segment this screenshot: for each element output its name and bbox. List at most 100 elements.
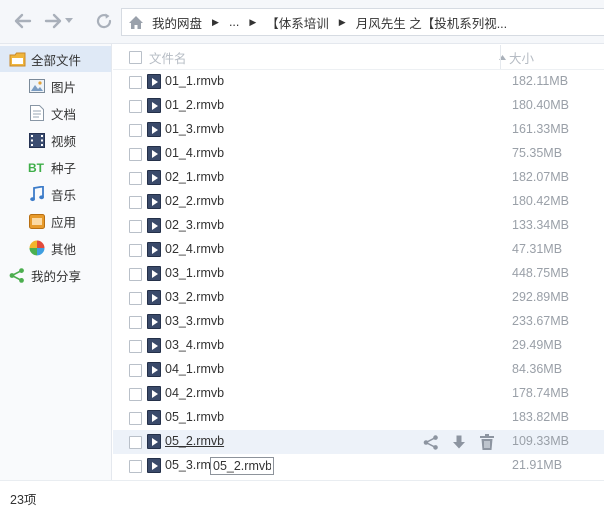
file-name[interactable]: 02_2.rmvb bbox=[165, 194, 224, 208]
breadcrumb-item[interactable]: 【体系培训 bbox=[262, 13, 333, 32]
file-name[interactable]: 04_2.rmvb bbox=[165, 386, 224, 400]
file-name[interactable]: 05_3.rm bbox=[165, 458, 211, 472]
file-name[interactable]: 02_1.rmvb bbox=[165, 170, 224, 184]
video-file-icon bbox=[147, 362, 161, 377]
table-row[interactable]: 01_3.rmvb 161.33MB bbox=[113, 118, 604, 142]
file-name[interactable]: 03_4.rmvb bbox=[165, 338, 224, 352]
table-row[interactable]: 04_2.rmvb 178.74MB bbox=[113, 382, 604, 406]
row-checkbox[interactable] bbox=[129, 244, 142, 257]
table-row[interactable]: 01_1.rmvb 182.11MB bbox=[113, 70, 604, 94]
table-row[interactable]: 02_4.rmvb 47.31MB bbox=[113, 238, 604, 262]
breadcrumb-separator-icon: ▶ bbox=[249, 16, 257, 27]
select-all-checkbox[interactable] bbox=[129, 44, 142, 70]
table-row[interactable]: 05_3.rm 21.91MB bbox=[113, 454, 604, 478]
refresh-button[interactable] bbox=[93, 10, 115, 32]
row-checkbox[interactable] bbox=[129, 340, 142, 353]
sidebar-item-music[interactable]: 音乐 bbox=[0, 181, 111, 207]
row-checkbox[interactable] bbox=[129, 124, 142, 137]
file-name[interactable]: 03_2.rmvb bbox=[165, 290, 224, 304]
row-checkbox[interactable] bbox=[129, 436, 142, 449]
table-row[interactable]: 02_3.rmvb 133.34MB bbox=[113, 214, 604, 238]
row-checkbox[interactable] bbox=[129, 388, 142, 401]
sidebar-item-label: 其他 bbox=[51, 242, 77, 257]
file-name[interactable]: 05_2.rmvb bbox=[165, 434, 224, 448]
table-row[interactable]: 01_2.rmvb 180.40MB bbox=[113, 94, 604, 118]
file-name[interactable]: 02_4.rmvb bbox=[165, 242, 224, 256]
sidebar-item-videos[interactable]: 视频 bbox=[0, 127, 111, 153]
file-name[interactable]: 04_1.rmvb bbox=[165, 362, 224, 376]
share-icon[interactable] bbox=[421, 432, 441, 452]
row-checkbox[interactable] bbox=[129, 100, 142, 113]
table-row[interactable]: 03_2.rmvb 292.89MB bbox=[113, 286, 604, 310]
table-row[interactable]: 01_4.rmvb 75.35MB bbox=[113, 142, 604, 166]
file-size: 292.89MB bbox=[512, 290, 569, 304]
row-checkbox[interactable] bbox=[129, 460, 142, 473]
file-size: 29.49MB bbox=[512, 338, 563, 352]
video-file-icon bbox=[147, 146, 161, 161]
video-file-icon bbox=[147, 74, 161, 89]
history-dropdown[interactable] bbox=[63, 10, 75, 32]
file-size: 47.31MB bbox=[512, 242, 563, 256]
breadcrumb-item[interactable]: 我的网盘 bbox=[148, 13, 206, 32]
sidebar-item-my-share[interactable]: 我的分享 bbox=[0, 262, 111, 288]
sidebar-item-apps[interactable]: 应用 bbox=[0, 208, 111, 234]
other-icon bbox=[28, 239, 46, 257]
trash-icon[interactable] bbox=[477, 432, 497, 452]
sidebar-item-documents[interactable]: 文档 bbox=[0, 100, 111, 126]
table-row[interactable]: 04_1.rmvb 84.36MB bbox=[113, 358, 604, 382]
file-size: 84.36MB bbox=[512, 362, 563, 376]
file-name[interactable]: 01_2.rmvb bbox=[165, 98, 224, 112]
breadcrumb-separator-icon: ▶ bbox=[338, 16, 346, 27]
table-row[interactable]: 03_4.rmvb 29.49MB bbox=[113, 334, 604, 358]
app-icon bbox=[28, 212, 46, 230]
file-name[interactable]: 03_3.rmvb bbox=[165, 314, 224, 328]
home-icon[interactable] bbox=[128, 15, 148, 30]
column-divider[interactable] bbox=[500, 45, 501, 69]
row-checkbox[interactable] bbox=[129, 364, 142, 377]
row-checkbox[interactable] bbox=[129, 76, 142, 89]
sidebar-item-torrents[interactable]: BT 种子 bbox=[0, 154, 111, 180]
video-file-icon bbox=[147, 242, 161, 257]
file-size: 133.34MB bbox=[512, 218, 569, 232]
row-checkbox[interactable] bbox=[129, 292, 142, 305]
row-checkbox[interactable] bbox=[129, 148, 142, 161]
file-name[interactable]: 01_1.rmvb bbox=[165, 74, 224, 88]
sort-caret-icon[interactable] bbox=[496, 44, 508, 70]
sidebar-item-label: 应用 bbox=[51, 215, 77, 230]
table-row[interactable]: 03_3.rmvb 233.67MB bbox=[113, 310, 604, 334]
column-header-name[interactable]: 文件名 bbox=[149, 44, 187, 70]
row-checkbox[interactable] bbox=[129, 412, 142, 425]
row-checkbox[interactable] bbox=[129, 196, 142, 209]
download-icon[interactable] bbox=[449, 432, 469, 452]
video-file-icon bbox=[147, 314, 161, 329]
rename-input[interactable] bbox=[210, 457, 274, 475]
forward-button[interactable] bbox=[42, 10, 64, 32]
table-row-hovered[interactable]: 05_2.rmvb 109.33MB bbox=[113, 430, 604, 454]
file-size: 75.35MB bbox=[512, 146, 563, 160]
column-header-size[interactable]: 大小 bbox=[509, 44, 534, 70]
file-name[interactable]: 05_1.rmvb bbox=[165, 410, 224, 424]
music-icon bbox=[28, 185, 46, 203]
sidebar-item-other[interactable]: 其他 bbox=[0, 235, 111, 261]
row-checkbox[interactable] bbox=[129, 268, 142, 281]
file-name[interactable]: 01_4.rmvb bbox=[165, 146, 224, 160]
back-button[interactable] bbox=[12, 10, 34, 32]
table-row[interactable]: 02_1.rmvb 182.07MB bbox=[113, 166, 604, 190]
sidebar-item-label: 音乐 bbox=[51, 188, 77, 203]
breadcrumb-item[interactable]: 月风先生 之【投机系列视... bbox=[352, 13, 511, 32]
table-row[interactable]: 02_2.rmvb 180.42MB bbox=[113, 190, 604, 214]
row-checkbox[interactable] bbox=[129, 172, 142, 185]
table-row[interactable]: 03_1.rmvb 448.75MB bbox=[113, 262, 604, 286]
row-checkbox[interactable] bbox=[129, 220, 142, 233]
document-icon bbox=[28, 104, 46, 122]
toolbar: 我的网盘 ▶ ... ▶ 【体系培训 ▶ 月风先生 之【投机系列视... bbox=[0, 0, 604, 44]
breadcrumb-item[interactable]: ... bbox=[225, 15, 243, 29]
file-name[interactable]: 01_3.rmvb bbox=[165, 122, 224, 136]
row-checkbox[interactable] bbox=[129, 316, 142, 329]
table-row[interactable]: 05_1.rmvb 183.82MB bbox=[113, 406, 604, 430]
sidebar-item-images[interactable]: 图片 bbox=[0, 73, 111, 99]
file-size: 233.67MB bbox=[512, 314, 569, 328]
file-name[interactable]: 03_1.rmvb bbox=[165, 266, 224, 280]
sidebar-item-all-files[interactable]: 全部文件 bbox=[0, 46, 111, 72]
file-name[interactable]: 02_3.rmvb bbox=[165, 218, 224, 232]
